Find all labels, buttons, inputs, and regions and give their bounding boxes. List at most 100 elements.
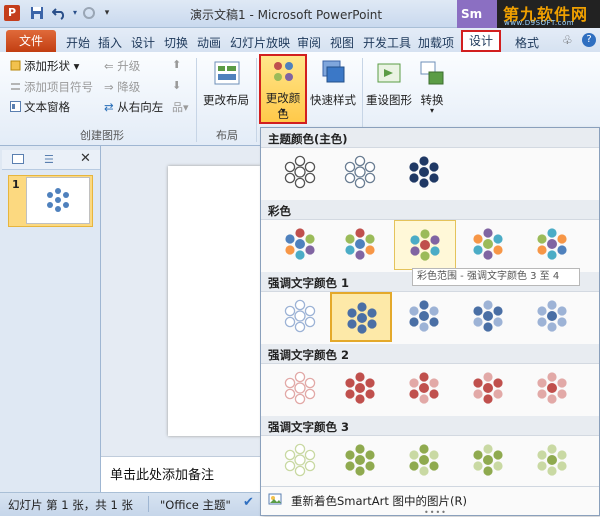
tab-review[interactable]: 审阅	[297, 34, 321, 51]
color-option[interactable]	[330, 220, 392, 270]
smartart-preview-icon	[473, 300, 503, 332]
right-to-left-button[interactable]: ⇄ 从右向左	[104, 99, 163, 115]
smartart-thumbnail-icon	[47, 188, 69, 212]
watermark-url: www.D9SOFT.com	[504, 19, 575, 27]
slide-number: 1	[12, 178, 20, 191]
outline-tab-icon[interactable]: ☰	[44, 153, 54, 166]
demote-button[interactable]: ⇒ 降级	[104, 79, 140, 95]
text-pane-icon	[10, 101, 21, 112]
powerpoint-app-icon[interactable]: P	[4, 5, 20, 21]
section-title-colorful: 彩色	[268, 204, 291, 218]
color-option[interactable]	[270, 220, 332, 270]
smartart-preview-icon	[284, 443, 316, 477]
tab-view[interactable]: 视图	[330, 34, 354, 51]
slide-thumbnail[interactable]	[26, 177, 90, 224]
tab-smartart-format[interactable]: 格式	[515, 34, 539, 51]
smartart-preview-icon	[537, 444, 567, 476]
tab-transitions[interactable]: 切换	[164, 34, 188, 51]
color-option[interactable]	[458, 436, 520, 486]
color-option[interactable]	[270, 148, 332, 198]
promote-button[interactable]: ⇐ 升级	[104, 58, 140, 74]
smartart-preview-icon	[473, 372, 503, 404]
color-option[interactable]	[330, 436, 392, 486]
color-option[interactable]	[394, 292, 456, 342]
color-option[interactable]	[394, 148, 456, 198]
recolor-pictures-menu-item[interactable]: 重新着色SmartArt 图中的图片(R)	[291, 493, 467, 509]
smartart-preview-icon	[410, 229, 440, 261]
smartart-preview-icon	[409, 372, 439, 404]
smartart-preview-icon	[473, 444, 503, 476]
chevron-down-icon: ▾	[280, 106, 285, 115]
tab-animations[interactable]: 动画	[197, 34, 221, 51]
change-colors-button[interactable]: 更改颜色 ▾	[259, 54, 307, 124]
undo-dropdown-icon[interactable]: ▾	[68, 6, 82, 20]
color-option[interactable]	[394, 436, 456, 486]
smartart-tools-badge: Sm	[457, 0, 497, 28]
color-option[interactable]	[458, 364, 520, 414]
color-option[interactable]	[394, 220, 456, 270]
demote-arrow-icon: ⇒	[104, 80, 114, 94]
smartart-preview-icon	[537, 300, 567, 332]
chevron-down-icon: ▾	[429, 106, 434, 115]
smartart-preview-icon	[345, 444, 375, 476]
window-title: 演示文稿1 - Microsoft PowerPoint	[190, 8, 383, 22]
section-title-accent2: 强调文字颜色 2	[268, 348, 350, 362]
color-option[interactable]	[458, 220, 520, 270]
status-separator	[148, 496, 149, 512]
slides-tab-icon[interactable]	[12, 154, 24, 164]
text-pane-button[interactable]: 文本窗格	[10, 99, 70, 115]
add-shape-button[interactable]: 添加形状 ▾	[10, 58, 79, 74]
tab-developer[interactable]: 开发工具	[363, 34, 411, 51]
smartart-preview-icon	[409, 444, 439, 476]
tab-insert[interactable]: 插入	[98, 34, 122, 51]
help-icon[interactable]: ?	[582, 33, 596, 47]
color-option[interactable]	[330, 292, 392, 342]
section-title-theme-primary: 主题颜色(主色)	[268, 132, 348, 146]
color-option[interactable]	[270, 292, 332, 342]
smartart-preview-icon	[345, 372, 375, 404]
tooltip: 彩色范围 - 强调文字颜色 3 至 4	[412, 268, 580, 286]
customize-qat-icon[interactable]: ▾	[100, 6, 114, 20]
close-panel-icon[interactable]: ✕	[80, 151, 91, 166]
group-label-layouts: 布局	[216, 129, 238, 142]
color-option[interactable]	[522, 436, 584, 486]
reset-graphic-icon	[377, 63, 401, 83]
status-theme[interactable]: "Office 主题"	[160, 497, 231, 513]
color-option[interactable]	[270, 436, 332, 486]
spell-check-icon[interactable]: ✔	[243, 495, 254, 510]
color-option[interactable]	[522, 292, 584, 342]
change-layout-icon	[214, 61, 240, 85]
color-option[interactable]	[522, 364, 584, 414]
ribbon-separator	[256, 58, 257, 142]
save-icon[interactable]	[30, 6, 44, 20]
slide-canvas[interactable]	[168, 166, 261, 436]
color-option[interactable]	[270, 364, 332, 414]
redo-icon[interactable]	[82, 6, 96, 20]
tab-design-main[interactable]: 设计	[131, 34, 155, 51]
color-option[interactable]	[522, 220, 584, 270]
tab-home[interactable]: 开始	[66, 34, 90, 51]
convert-icon	[420, 61, 444, 85]
move-down-icon[interactable]: ⬇	[172, 79, 181, 92]
ribbon-minimize-icon[interactable]: ♧	[562, 33, 573, 47]
tab-smartart-design[interactable]: 设计	[461, 30, 501, 52]
color-option[interactable]	[330, 148, 392, 198]
change-layout-button[interactable]: 更改布局	[199, 56, 253, 118]
status-slide-info: 幻灯片 第 1 张，共 1 张	[8, 498, 133, 512]
add-bullet-button[interactable]: 添加项目符号	[10, 79, 93, 95]
smartart-preview-icon	[347, 302, 377, 334]
group-label-create-graphic: 创建图形	[80, 129, 124, 142]
convert-button[interactable]: 转换 ▾	[405, 56, 459, 118]
smartart-preview-icon	[473, 228, 503, 260]
tab-addins[interactable]: 加载项	[418, 34, 454, 51]
move-up-icon[interactable]: ⬆	[172, 58, 181, 71]
color-option[interactable]	[458, 292, 520, 342]
layout-dropdown-icon[interactable]: 品▾	[172, 99, 189, 115]
color-option[interactable]	[330, 364, 392, 414]
tab-file[interactable]: 文件	[6, 30, 56, 52]
color-option[interactable]	[394, 364, 456, 414]
smartart-preview-icon	[284, 371, 316, 405]
tab-slideshow[interactable]: 幻灯片放映	[230, 34, 290, 51]
undo-icon[interactable]	[51, 6, 66, 20]
quick-styles-button[interactable]: 快速样式	[306, 56, 360, 118]
